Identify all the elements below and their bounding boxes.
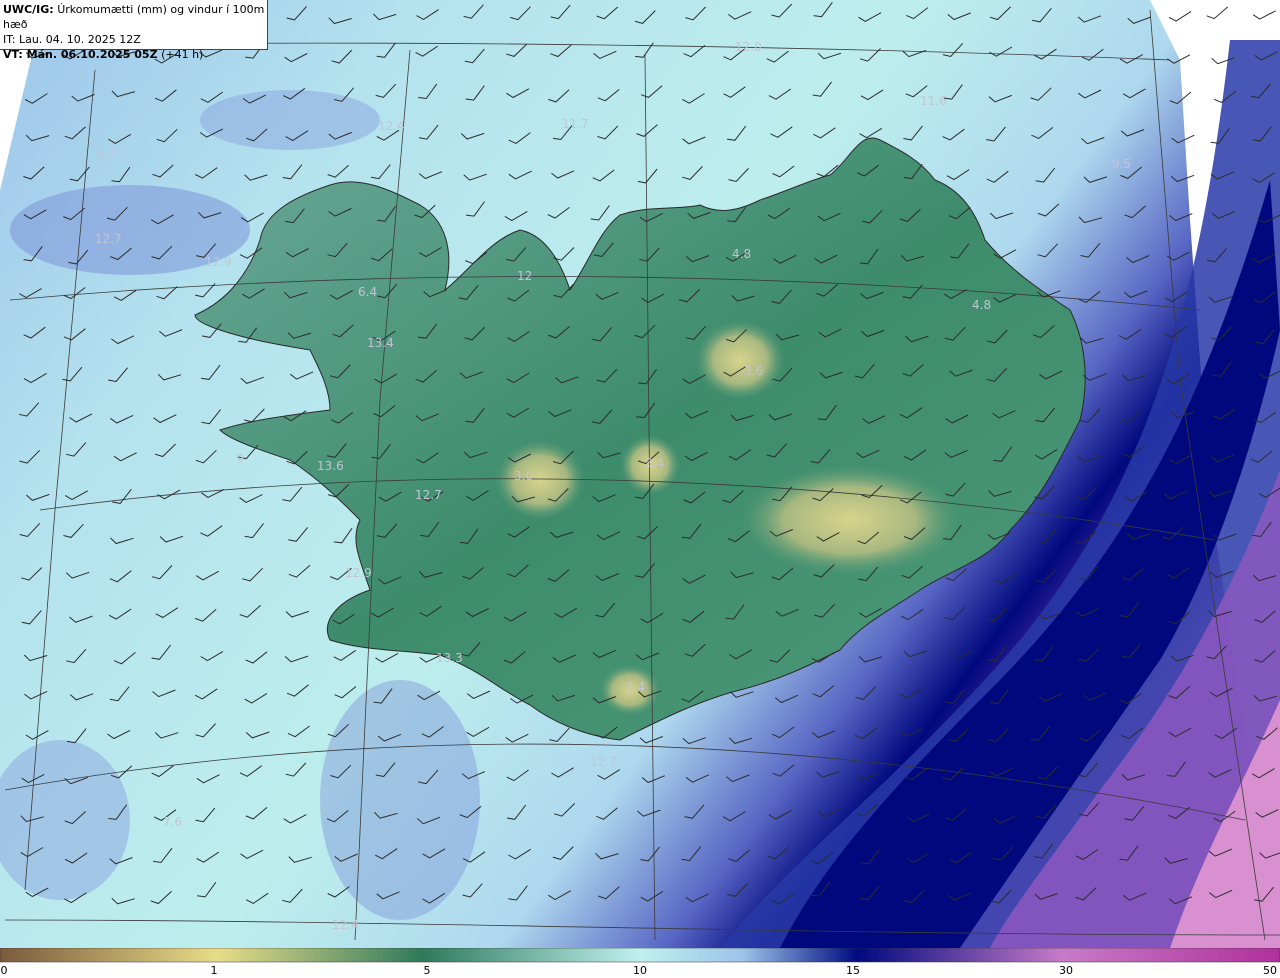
wind-barb [1168,10,1192,22]
value-label: 3.4 [626,680,645,694]
colorbar-tick: 15 [846,964,860,977]
value-label: 12.4 [378,119,405,133]
value-label: 3.4 [645,456,664,470]
value-label: 12.9 [345,566,372,580]
value-label: 12.7 [590,755,617,769]
map-canvas: 12.0 11.6 12.4 11.7 9.2 9.5 12.7 12.9 12… [0,0,1280,948]
value-label: 4.8 [972,298,991,312]
moisture-patch [320,680,480,920]
value-label: 9 [236,452,244,466]
highland-high-pw [695,320,785,400]
valid-time: VT: Mán. 06.10.2025 05Z [3,48,158,61]
forecast-info-box: UWC/IG: Úrkomumætti (mm) og vindur í 100… [0,0,268,61]
value-label: 4.8 [732,247,751,261]
colorbar: 0 1 5 10 15 30 50 [0,948,1280,978]
title-line: UWC/IG: Úrkomumætti (mm) og vindur í 100… [3,2,267,32]
value-label: 12.7 [415,488,442,502]
colorbar-tick: 30 [1059,964,1073,977]
value-label: 13.4 [367,336,394,350]
highland-high-pw [740,465,960,575]
model-label: UWC/IG: [3,3,54,16]
value-label: 12.4 [332,918,359,932]
value-label: 12.7 [95,232,122,246]
wind-barb [1252,10,1276,20]
value-label: 13.6 [317,459,344,473]
value-label: 12.0 [735,40,762,54]
value-label: 9.2 [96,147,115,161]
colorbar-tick: 10 [633,964,647,977]
value-label: 12.9 [205,255,232,269]
wind-barb [1206,6,1229,20]
lead-time: (+41 h) [161,48,204,61]
value-label: 3.0 [514,469,533,483]
value-label: 13.3 [436,651,463,665]
colorbar-tick: 1 [210,964,218,977]
forecast-map: 12.0 11.6 12.4 11.7 9.2 9.5 12.7 12.9 12… [0,0,1280,978]
highland-high-pw [495,440,585,520]
value-label: 7.6 [163,815,182,829]
colorbar-tick: 50 [1263,964,1277,977]
value-label: 6.4 [358,285,377,299]
value-label: 11.7 [562,117,589,131]
value-label: 12 [517,269,532,283]
value-label: 3.6 [744,364,763,378]
value-label: 11.6 [920,94,947,108]
valid-time-line: VT: Mán. 06.10.2025 05Z (+41 h) [3,47,267,62]
colorbar-tick: 0 [0,964,8,977]
value-label: 9.5 [1112,157,1131,171]
colorbar-strip [0,948,1280,963]
init-time: IT: Lau. 04. 10. 2025 12Z [3,33,141,46]
colorbar-tick: 5 [423,964,431,977]
